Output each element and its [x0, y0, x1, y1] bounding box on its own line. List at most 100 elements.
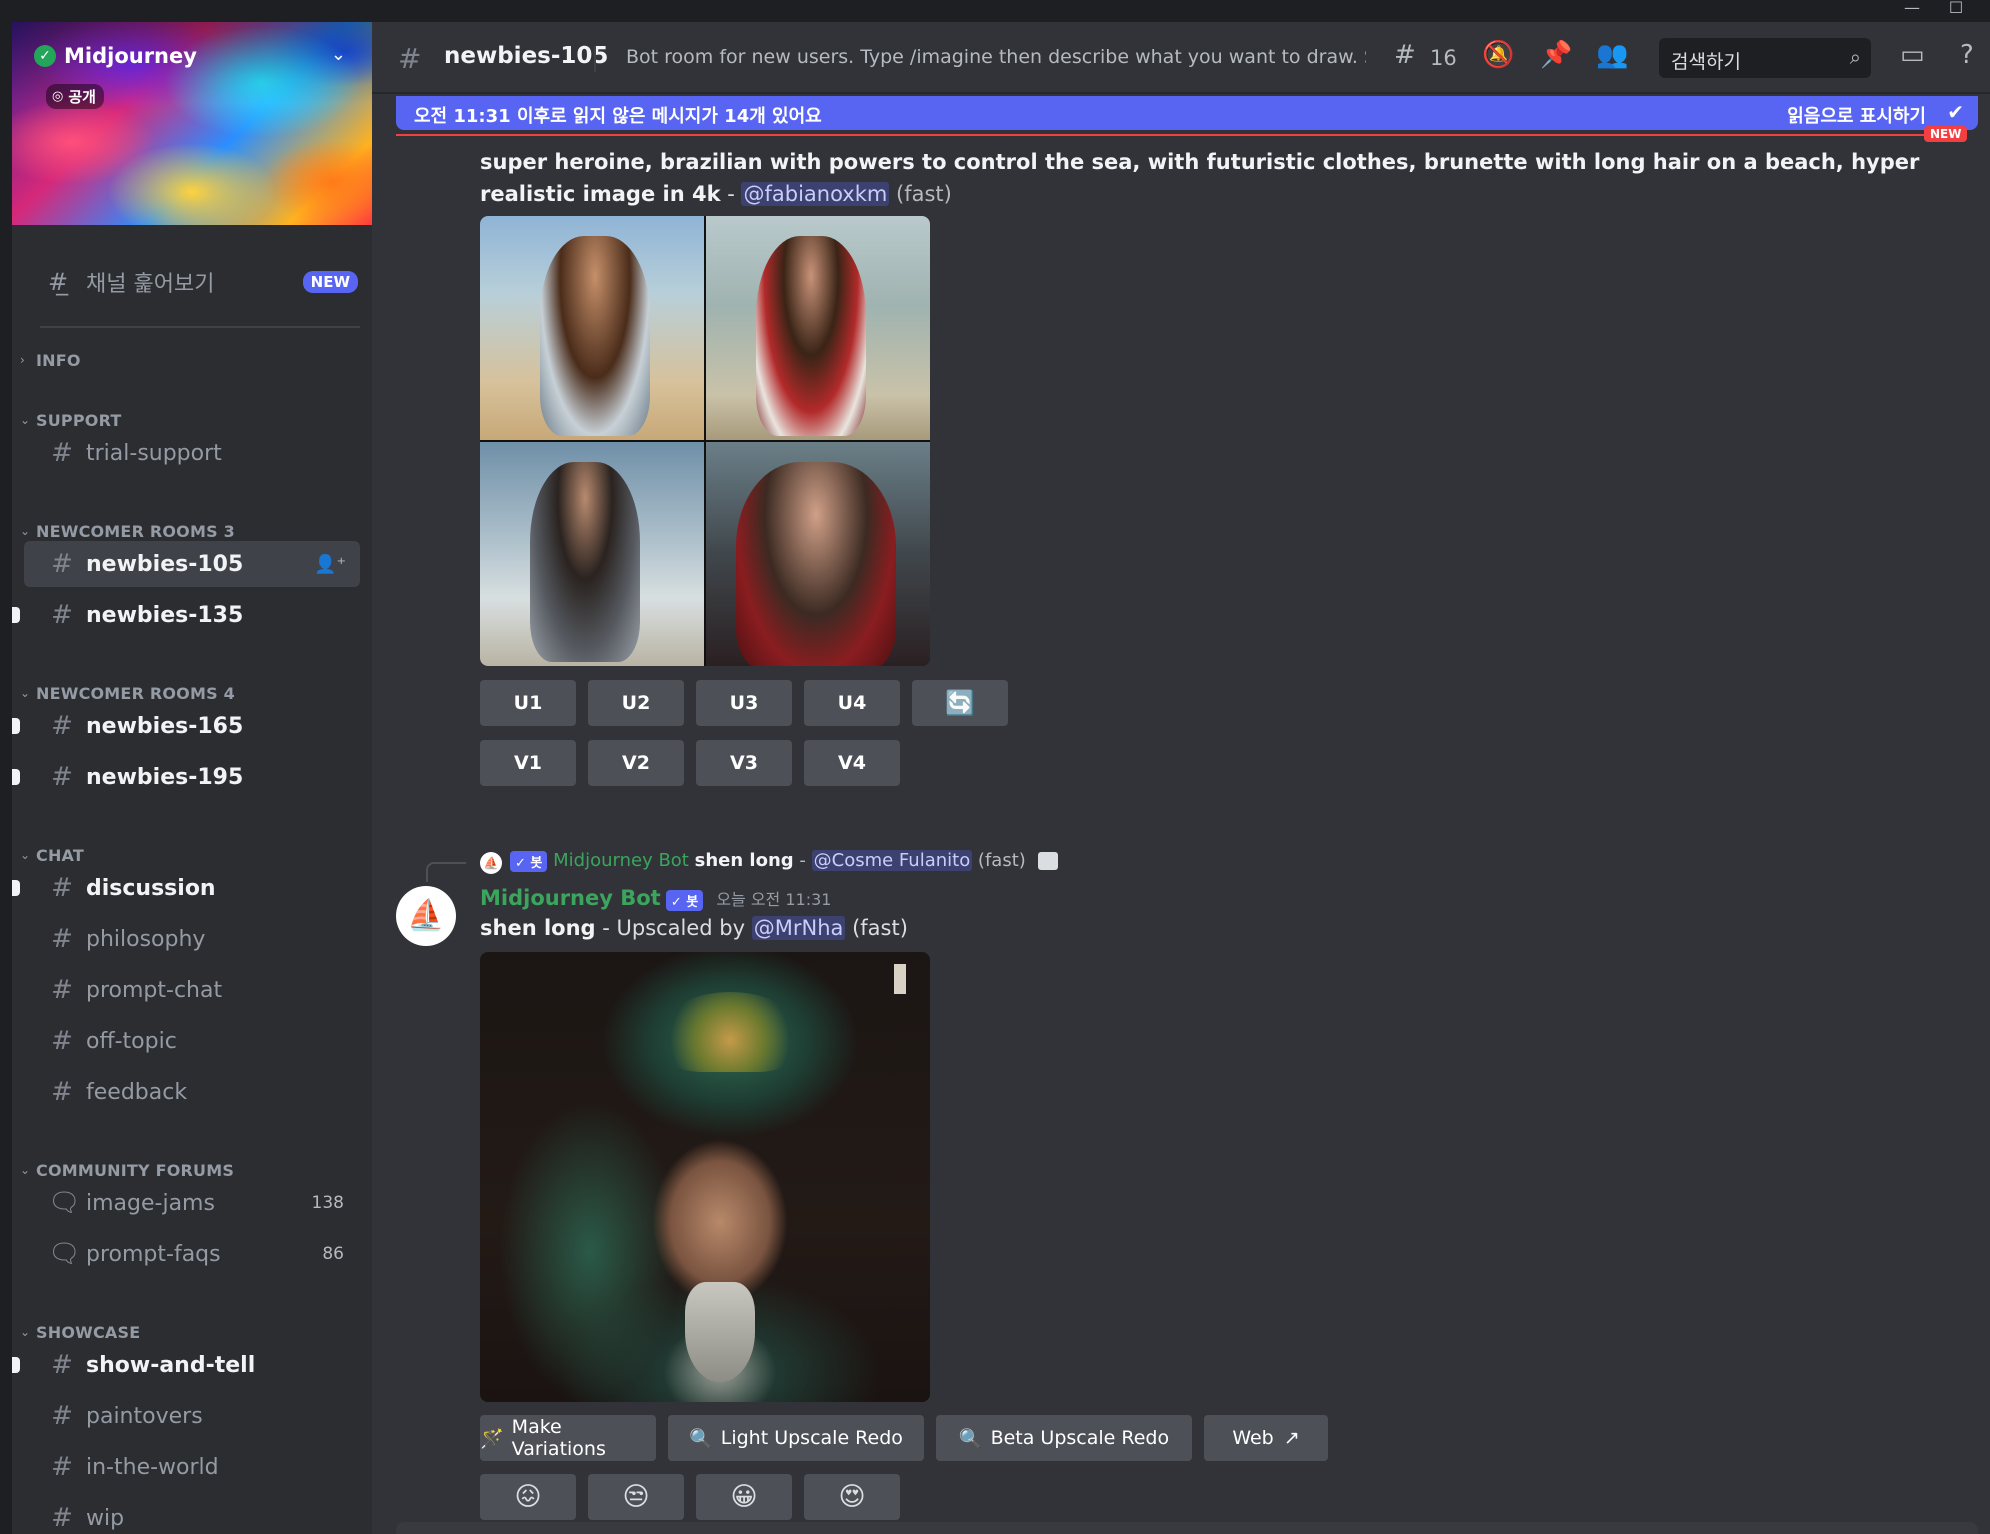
public-badge: ◎ 공개 — [46, 84, 104, 109]
category-info[interactable]: › INFO — [20, 348, 81, 372]
category-support[interactable]: ⌄ SUPPORT — [20, 408, 122, 432]
user-mention[interactable]: @MrNha — [751, 916, 846, 940]
channel-topic[interactable]: Bot room for new users. Type /imagine th… — [626, 46, 1366, 68]
message-timestamp: 오늘 오전 11:31 — [716, 890, 832, 909]
mark-as-read-button[interactable]: 읽음으로 표시하기 — [1787, 102, 1926, 128]
grid-image-2[interactable] — [706, 216, 930, 440]
category-chat[interactable]: ⌄ CHAT — [20, 843, 84, 867]
grid-image-1[interactable] — [480, 216, 704, 440]
message-content: shen long - Upscaled by @MrNha (fast) — [480, 912, 908, 944]
category-label: NEWCOMER ROOMS 3 — [36, 521, 235, 541]
image-detail — [894, 964, 906, 994]
reply-preview[interactable]: ✓ 봇 Midjourney Bot shen long - @Cosme Fu… — [510, 850, 1058, 872]
chevron-down-icon: ⌄ — [20, 686, 31, 700]
channel-newbies-195[interactable]: # newbies-195 — [12, 754, 360, 800]
threaded-hash-icon: # — [51, 600, 73, 630]
beta-upscale-redo-button[interactable]: 🔍 Beta Upscale Redo — [936, 1415, 1192, 1461]
upscale-1-button[interactable]: U1 — [480, 680, 576, 726]
threads-count[interactable]: 16 — [1430, 46, 1457, 70]
rating-emoji-button[interactable]: 😍 — [804, 1474, 900, 1520]
category-newcomer-rooms-3[interactable]: ⌄ NEWCOMER ROOMS 3 — [20, 519, 235, 543]
reply-prompt: shen long — [694, 850, 794, 871]
channel-label: discussion — [86, 875, 216, 901]
add-member-icon[interactable]: 👤⁺ — [314, 554, 346, 575]
reroll-button[interactable]: 🔄 — [912, 680, 1008, 726]
channel-discussion[interactable]: # discussion — [12, 865, 360, 911]
button-label: Beta Upscale Redo — [990, 1427, 1170, 1449]
channel-label: image-jams — [86, 1190, 215, 1216]
upscale-3-button[interactable]: U3 — [696, 680, 792, 726]
channel-off-topic[interactable]: # off-topic — [24, 1018, 360, 1064]
channel-prompt-faqs[interactable]: 🗨 prompt-faqs 86 — [24, 1231, 360, 1277]
user-mention[interactable]: @fabianoxkm — [741, 182, 890, 206]
user-mention[interactable]: @Cosme Fulanito — [811, 850, 973, 871]
channel-wip[interactable]: # wip — [24, 1495, 360, 1534]
search-input[interactable]: 검색하기 ⌕ — [1659, 38, 1871, 78]
magnifier-icon: 🔍 — [689, 1427, 713, 1450]
channel-newbies-135[interactable]: # newbies-135 — [12, 592, 360, 638]
external-link-icon: ↗ — [1283, 1427, 1300, 1449]
grid-image-4[interactable] — [706, 442, 930, 666]
image-grid[interactable] — [480, 216, 930, 666]
divider — [594, 46, 596, 72]
channel-in-the-world[interactable]: # in-the-world — [24, 1444, 360, 1490]
channel-newbies-105[interactable]: # newbies-105 👤⁺ — [24, 541, 360, 587]
search-placeholder: 검색하기 — [1671, 51, 1741, 73]
upscale-2-button[interactable]: U2 — [588, 680, 684, 726]
channel-show-and-tell[interactable]: # show-and-tell — [12, 1342, 360, 1388]
rating-emoji-button[interactable]: 😀 — [696, 1474, 792, 1520]
channel-label: in-the-world — [86, 1454, 219, 1480]
server-header[interactable]: ✓ Midjourney — [34, 44, 197, 68]
inbox-icon[interactable]: ▭ — [1900, 40, 1925, 70]
author-name[interactable]: Midjourney Bot — [480, 886, 661, 910]
server-name: Midjourney — [64, 44, 197, 68]
web-link-button[interactable]: Web ↗ — [1204, 1415, 1328, 1461]
grid-image-3[interactable] — [480, 442, 704, 666]
category-showcase[interactable]: ⌄ SHOWCASE — [20, 1320, 140, 1344]
upscaled-image[interactable] — [480, 952, 930, 1402]
variation-4-button[interactable]: V4 — [804, 740, 900, 786]
unread-banner[interactable]: 오전 11:31 이후로 읽지 않은 메시지가 14개 있어요 읽음으로 표시하… — [396, 96, 1978, 130]
minimize-button[interactable]: — — [1892, 0, 1932, 22]
window-titlebar: — ☐ — [0, 0, 1990, 22]
make-variations-button[interactable]: 🪄 Make Variations — [480, 1415, 656, 1461]
variation-3-button[interactable]: V3 — [696, 740, 792, 786]
members-icon[interactable]: 👥 — [1596, 40, 1628, 70]
mute-bell-icon[interactable]: 🔕 — [1482, 40, 1514, 70]
upscale-4-button[interactable]: U4 — [804, 680, 900, 726]
rating-emoji-button[interactable]: 😖 — [480, 1474, 576, 1520]
post-count: 138 — [311, 1193, 344, 1213]
channel-image-jams[interactable]: 🗨 image-jams 138 — [24, 1180, 360, 1226]
category-label: SHOWCASE — [36, 1322, 141, 1342]
reply-author[interactable]: Midjourney Bot — [553, 850, 689, 871]
new-messages-divider — [396, 134, 1956, 136]
chevron-down-icon[interactable]: ⌄ — [331, 44, 346, 65]
variation-2-button[interactable]: V2 — [588, 740, 684, 786]
message-content: super heroine, brazilian with powers to … — [480, 146, 1960, 210]
new-messages-tag: NEW — [1924, 126, 1968, 142]
chat-main: # newbies-105 Bot room for new users. Ty… — [372, 22, 1990, 1534]
channel-prompt-chat[interactable]: # prompt-chat — [24, 967, 360, 1013]
help-icon[interactable]: ? — [1960, 40, 1974, 70]
channel-feedback[interactable]: # feedback — [24, 1069, 360, 1115]
rating-emoji-button[interactable]: 😒 — [588, 1474, 684, 1520]
channel-philosophy[interactable]: # philosophy — [24, 916, 360, 962]
channel-label: newbies-195 — [86, 764, 244, 790]
browse-channels[interactable]: #̲ 채널 훑어보기 NEW — [32, 262, 368, 302]
category-newcomer-rooms-4[interactable]: ⌄ NEWCOMER ROOMS 4 — [20, 681, 235, 705]
mark-read-icon[interactable]: ✔ — [1947, 100, 1964, 124]
maximize-button[interactable]: ☐ — [1936, 0, 1976, 22]
variation-1-button[interactable]: V1 — [480, 740, 576, 786]
channel-paintovers[interactable]: # paintovers — [24, 1393, 360, 1439]
threads-icon[interactable]: # — [1394, 40, 1416, 70]
channel-newbies-165[interactable]: # newbies-165 — [12, 703, 360, 749]
threaded-hash-icon: # — [51, 549, 73, 579]
unread-indicator — [12, 769, 20, 785]
bot-avatar[interactable]: ⛵ — [396, 886, 456, 946]
channel-trial-support[interactable]: # trial-support — [24, 430, 360, 476]
bot-mini-avatar[interactable]: ⛵ — [480, 852, 502, 874]
magnifier-icon: 🔍 — [958, 1427, 983, 1450]
light-upscale-redo-button[interactable]: 🔍 Light Upscale Redo — [668, 1415, 924, 1461]
category-community-forums[interactable]: ⌄ COMMUNITY FORUMS — [20, 1158, 234, 1182]
pin-icon[interactable]: 📌 — [1540, 40, 1572, 70]
